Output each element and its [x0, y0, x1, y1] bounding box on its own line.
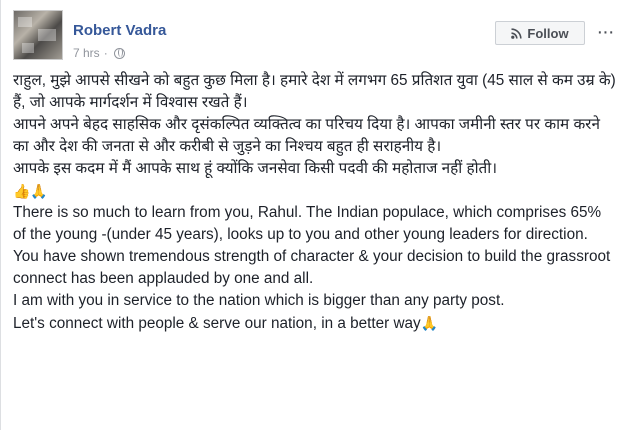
rss-icon	[511, 28, 523, 39]
facebook-post: Robert Vadra 7 hrs · Follow ··· राहुल, म…	[0, 0, 626, 430]
english-paragraph-3: I am with you in service to the nation w…	[13, 292, 505, 309]
author-name[interactable]: Robert Vadra	[73, 22, 166, 39]
follow-button[interactable]: Follow	[495, 21, 585, 45]
hindi-paragraph-1: राहुल, मुझे आपसे सीखने को बहुत कुछ मिला …	[13, 72, 616, 111]
english-paragraph-4: Let's connect with people & serve our na…	[13, 312, 617, 335]
post-meta: 7 hrs ·	[73, 46, 125, 60]
english-closing-text: Let's connect with people & serve our na…	[13, 315, 421, 332]
pray-emoji: 🙏	[420, 315, 439, 331]
post-body: राहुल, मुझे आपसे सीखने को बहुत कुछ मिला …	[13, 70, 617, 335]
follow-label: Follow	[527, 25, 569, 41]
emoji-line: 👍🙏	[13, 183, 48, 199]
english-paragraph-1: There is so much to learn from you, Rahu…	[13, 204, 602, 243]
avatar[interactable]	[13, 10, 63, 60]
timestamp[interactable]: 7 hrs	[73, 46, 100, 60]
english-paragraph-2: You have shown tremendous strength of ch…	[13, 248, 611, 287]
hindi-paragraph-3: आपके इस कदम में मैं आपके साथ हूं क्योंकि…	[13, 160, 498, 177]
globe-icon	[113, 47, 125, 59]
hindi-paragraph-2: आपने अपने बेहद साहसिक और दृसंकल्पित व्यक…	[13, 116, 600, 155]
more-options-button[interactable]: ···	[595, 20, 615, 44]
meta-separator: ·	[103, 46, 108, 60]
